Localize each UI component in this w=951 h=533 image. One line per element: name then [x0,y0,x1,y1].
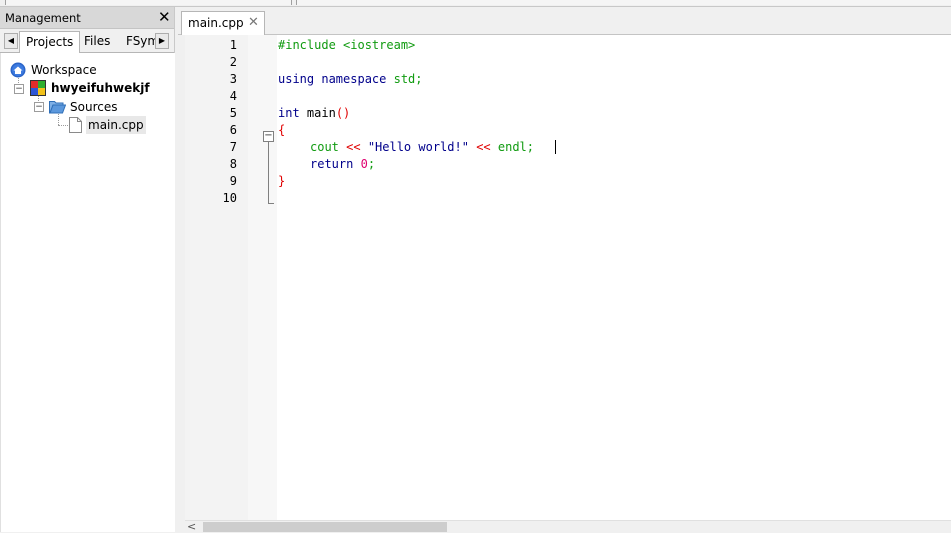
editor-tab-label: main.cpp [188,16,244,30]
close-icon[interactable]: ✕ [158,8,171,26]
code-line-9: } [278,174,285,188]
project-icon [30,80,46,96]
fold-line [268,142,269,203]
folder-open-icon [49,101,66,114]
management-header: Management ✕ [0,7,174,29]
code-text: ; [367,157,376,171]
keyword: return [310,157,354,171]
line-number: 2 [229,55,237,69]
tree-item-label: main.cpp [86,116,146,134]
operator: } [278,174,286,188]
preprocessor-directive: #include <iostream> [278,38,416,52]
horizontal-scrollbar[interactable]: < [185,520,951,533]
file-icon [69,117,82,133]
project-tree: Workspace − hwyeifuhwekjf − Sources main… [0,53,175,532]
scrollbar-thumb[interactable] [203,522,447,532]
tree-line [58,125,68,126]
operator: << [468,140,498,154]
tree-item-label: hwyeifuhwekjf [51,81,150,95]
fold-margin: − [248,35,277,520]
tree-item-label: Workspace [31,63,97,77]
management-title: Management [5,11,81,25]
tree-item-label: Sources [70,100,118,114]
line-number: 10 [222,191,237,205]
tab-scroll-left-icon[interactable]: ◀ [4,33,18,49]
toolbar-segment [296,0,951,5]
tab-projects[interactable]: Projects [19,31,81,54]
operator: << [338,140,368,154]
line-number: 7 [229,140,237,154]
code-line-7: cout << "Hello world!" << endl; [310,140,534,154]
code-line-6: { [278,123,285,137]
operator: { [278,123,286,137]
line-number: 9 [229,174,237,188]
code-text: main [299,106,336,120]
collapse-toggle-icon[interactable]: − [34,102,44,112]
line-number: 5 [229,106,237,120]
identifier: endl; [497,140,534,154]
line-number: 8 [229,157,237,171]
code-line-8: return 0; [310,157,375,171]
text-caret [555,140,556,154]
close-tab-icon[interactable]: ✕ [248,15,259,30]
line-number: 3 [229,72,237,86]
line-number: 1 [229,38,237,52]
string-literal: "Hello world!" [367,140,469,154]
editor-tabbar: main.cpp ✕ [178,7,951,35]
line-number-gutter: 1 2 3 4 5 6 7 8 9 10 [185,35,248,520]
code-line-1: #include <iostream> [278,38,415,52]
code-line-5: int main() [278,106,350,120]
identifier: cout [310,140,339,154]
collapse-toggle-icon[interactable]: − [14,84,24,94]
fold-end-marker [268,203,274,204]
number-literal: 0 [353,157,368,171]
tab-scroll-right-icon[interactable]: ▶ [155,33,169,49]
toolbar-segment [5,0,292,5]
management-panel: Management ✕ ◀ Projects Files FSym ▶ Wor… [0,7,175,532]
tab-files[interactable]: Files [78,32,116,51]
keyword: int [278,106,300,120]
code-text: std; [386,72,423,86]
code-line-3: using namespace std; [278,72,423,86]
operator: () [335,106,351,120]
workspace-icon [10,62,26,78]
line-number: 4 [229,89,237,103]
top-toolbar-strip [0,0,951,7]
tab-main-cpp[interactable]: main.cpp ✕ [181,11,265,35]
keyword: using namespace [278,72,387,86]
editor-area: main.cpp ✕ 1 2 3 4 5 6 7 8 9 10 − #inclu… [178,7,951,533]
code-editor[interactable]: 1 2 3 4 5 6 7 8 9 10 − #include <iostrea… [185,35,951,520]
fold-collapse-icon[interactable]: − [263,131,274,142]
management-tabs: ◀ Projects Files FSym ▶ [0,30,174,54]
scroll-left-icon[interactable]: < [187,521,197,533]
line-number: 6 [229,123,237,137]
